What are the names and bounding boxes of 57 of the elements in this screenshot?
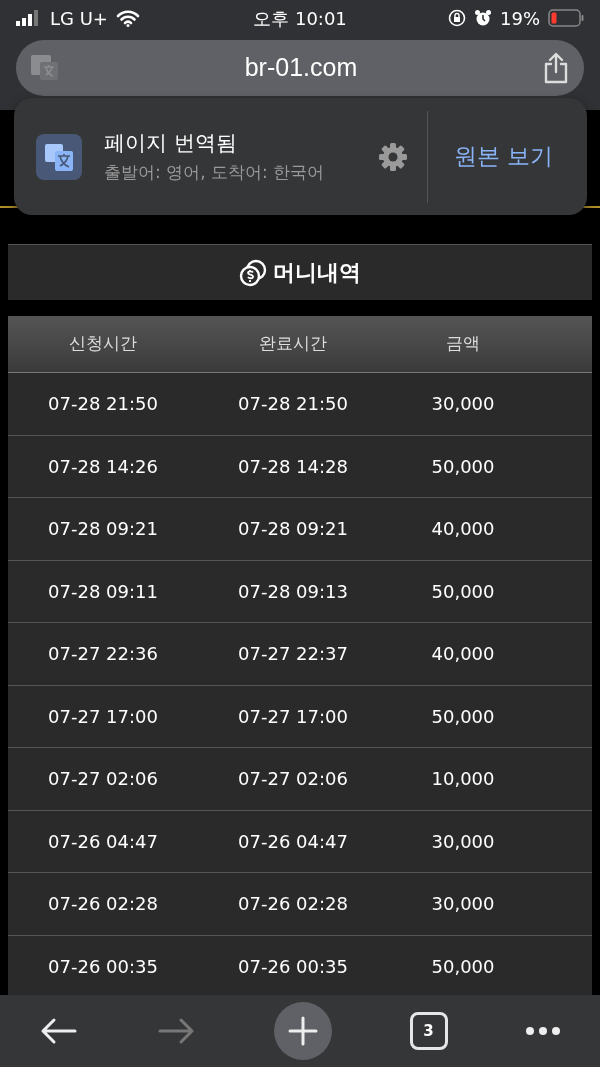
table-cell-text: 07-28 14:26 — [47, 454, 159, 479]
table-cell-text: 40,000 — [430, 517, 496, 542]
column-header: 신청시간 — [68, 332, 138, 356]
alarm-icon — [474, 9, 492, 27]
carrier-name: LG U+ — [50, 6, 108, 31]
table-cell-text: 07-27 22:37 — [237, 642, 349, 667]
table-cell-text: 07-27 02:06 — [47, 767, 159, 792]
column-header: 완료시간 — [258, 332, 328, 356]
table-cell-text: 50,000 — [430, 454, 496, 479]
table-cell-text: 50,000 — [430, 954, 496, 979]
table-cell-text: 07-28 21:50 — [47, 392, 159, 417]
tab-count-button[interactable]: 3 — [409, 1012, 448, 1050]
table-cell-text: 07-28 09:21 — [237, 517, 349, 542]
column-header: 금액 — [445, 332, 481, 356]
translate-icon — [30, 54, 60, 82]
table-cell-text: 40,000 — [430, 642, 496, 667]
settings-icon — [376, 140, 409, 173]
status-time: 오후 10:01 — [253, 6, 347, 31]
battery-percent: 19% — [500, 6, 540, 31]
popup-title: 페이지 번역됨 — [104, 130, 238, 157]
table-cell-text: 50,000 — [430, 704, 496, 729]
address-bar[interactable]: br-01.com — [16, 40, 584, 96]
settings-button[interactable] — [376, 140, 409, 173]
share-icon — [542, 52, 570, 84]
table-cell-text: 07-27 17:00 — [237, 704, 349, 729]
table-cell-text: 07-28 21:50 — [237, 392, 349, 417]
show-original-button[interactable]: 원본 보기 — [426, 110, 587, 203]
table-cell-text: 07-28 09:21 — [47, 517, 159, 542]
coins-icon — [239, 258, 267, 287]
wifi-icon — [115, 9, 140, 27]
table-cell-text: 07-26 00:35 — [237, 954, 349, 979]
table-cell-text: 10,000 — [430, 767, 496, 792]
url-text: br-01.com — [243, 52, 359, 84]
table-cell-text: 07-26 02:28 — [237, 892, 349, 917]
share-button[interactable] — [542, 52, 570, 84]
table-cell-text: 07-27 02:06 — [237, 767, 349, 792]
table-cell-text: 50,000 — [430, 579, 496, 604]
rotation-lock-icon — [448, 9, 466, 27]
table-cell-text: 07-26 04:47 — [47, 829, 159, 854]
more-icon — [525, 1026, 562, 1036]
table-cell-text: 07-26 00:35 — [47, 954, 159, 979]
translate-icon — [36, 133, 82, 180]
table-cell-text: 07-27 17:00 — [47, 704, 159, 729]
table-cell-text: 07-28 09:13 — [237, 579, 349, 604]
table-cell-text: 30,000 — [430, 392, 496, 417]
popup-subtitle: 출발어: 영어, 도착어: 한국어 — [104, 160, 326, 184]
table-cell-text: 07-26 02:28 — [47, 892, 159, 917]
table-cell-text: 30,000 — [430, 829, 496, 854]
table-cell-text: 30,000 — [430, 892, 496, 917]
section-title: 머니내역 — [273, 259, 361, 287]
plus-icon — [288, 1016, 318, 1046]
more-button[interactable] — [525, 1026, 562, 1036]
table-cell-text: 07-26 04:47 — [237, 829, 349, 854]
table-cell-text: 07-28 14:28 — [237, 454, 349, 479]
table-cell-text: 07-27 22:36 — [47, 642, 159, 667]
battery-icon — [548, 9, 584, 27]
table-cell-text: 07-28 09:11 — [47, 579, 159, 604]
